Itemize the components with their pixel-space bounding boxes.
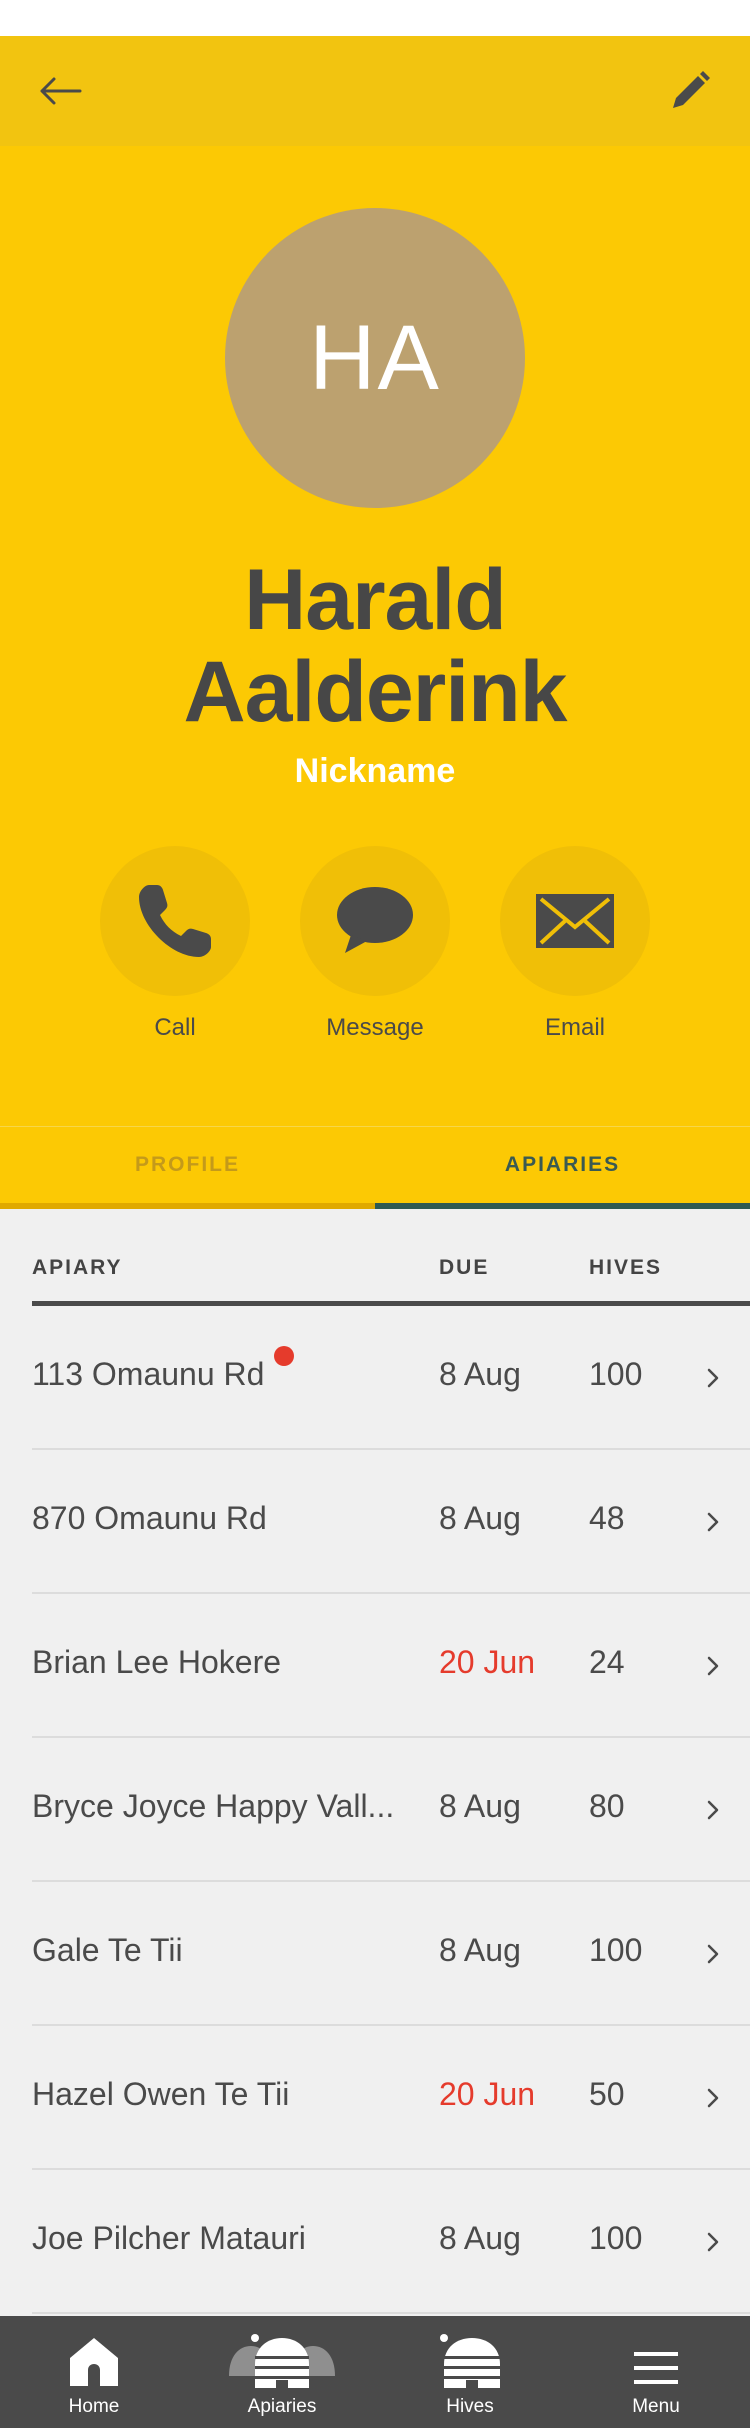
due-date: 8 Aug [439,1356,521,1392]
call-label: Call [154,1014,196,1041]
arrow-left-icon [40,77,82,105]
message-action: Message [300,846,450,1042]
back-button[interactable] [30,66,90,116]
nav-menu-label: Menu [632,2396,680,2417]
table-row[interactable]: 113 Omaunu Rd 8 Aug 100 [32,1306,750,1450]
avatar-initials: HA [309,306,441,409]
column-hives: HIVES [589,1256,663,1279]
nav-hives-label: Hives [446,2396,494,2417]
alert-dot [274,1346,294,1366]
first-name: Harald [244,552,507,648]
apiary-name: Hazel Owen Te Tii [32,2076,290,2112]
message-label: Message [326,1014,424,1041]
table-header: APIARY DUE HIVES [32,1250,750,1306]
call-action: Call [100,846,250,1042]
hamburger-menu-icon [634,2352,678,2384]
hive-count: 100 [589,1356,643,1392]
apiary-name: Joe Pilcher Matauri [32,2220,306,2256]
table-row[interactable]: 870 Omaunu Rd 8 Aug 48 [32,1450,750,1594]
nav-apiaries[interactable]: Apiaries [188,2316,376,2428]
nickname: Nickname [294,752,456,790]
hive-count: 100 [589,1932,643,1968]
chevron-right-icon [707,2232,719,2252]
due-date: 8 Aug [439,1788,521,1824]
table-row[interactable]: Bryce Joyce Happy Vall... 8 Aug 80 [32,1738,750,1882]
nav-apiaries-label: Apiaries [247,2396,317,2417]
hive-count: 50 [589,2076,625,2112]
email-label: Email [544,1014,605,1041]
nav-home-label: Home [68,2396,120,2417]
hive-count: 24 [589,1644,625,1680]
apiary-name: Bryce Joyce Happy Vall... [32,1788,395,1824]
due-date: 8 Aug [439,2220,521,2256]
chevron-right-icon [707,2088,719,2108]
due-date: 20 Jun [439,1644,536,1680]
apiary-name: Brian Lee Hokere [32,1644,282,1680]
due-date: 8 Aug [439,1500,521,1536]
hive-count: 100 [589,2220,643,2256]
chevron-right-icon [707,1656,719,1676]
apiaries-icon [229,2334,335,2388]
message-button[interactable] [300,846,450,996]
email-action: Email [500,846,650,1042]
apiary-name: 113 Omaunu Rd [32,1356,265,1392]
chevron-right-icon [707,1368,719,1388]
home-icon [70,2338,118,2386]
hive-count: 80 [589,1788,625,1824]
chevron-right-icon [707,1800,719,1820]
nav-hives[interactable]: Hives [376,2316,564,2428]
tab-profile[interactable]: PROFILE [0,1127,375,1209]
envelope-icon [536,894,614,948]
profile-header: HA Harald Aalderink Nickname Call Messag… [0,146,750,1126]
app-bar [0,36,750,146]
email-button[interactable] [500,846,650,996]
last-name: Aalderink [183,644,568,740]
edit-button[interactable] [660,66,720,116]
due-date: 8 Aug [439,1932,521,1968]
bottom-nav: Home Apiaries Hives Menu [0,2316,750,2428]
nav-menu[interactable]: Menu [562,2316,750,2428]
status-bar [0,0,750,36]
call-button[interactable] [100,846,250,996]
speech-bubble-icon [337,887,413,953]
tab-apiaries[interactable]: APIARIES [375,1127,750,1209]
apiary-name: 870 Omaunu Rd [32,1500,267,1536]
apiary-name: Gale Te Tii [32,1932,183,1968]
due-date: 20 Jun [439,2076,536,2112]
column-due: DUE [439,1256,490,1279]
table-row[interactable]: Joe Pilcher Matauri 8 Aug 100 [32,2170,750,2314]
pencil-icon [673,71,710,108]
avatar: HA [225,208,525,508]
column-apiary: APIARY [32,1256,123,1279]
table-row[interactable]: Hazel Owen Te Tii 20 Jun 50 [32,2026,750,2170]
table-row[interactable]: Brian Lee Hokere 20 Jun 24 [32,1594,750,1738]
nav-home[interactable]: Home [0,2316,188,2428]
phone-icon [139,885,211,957]
chevron-right-icon [707,1944,719,1964]
contact-name: Harald Aalderink [0,554,750,738]
table-row[interactable]: Gale Te Tii 8 Aug 100 [32,1882,750,2026]
hive-icon [440,2334,500,2388]
hive-count: 48 [589,1500,625,1536]
tab-bar: PROFILE APIARIES [0,1126,750,1209]
chevron-right-icon [707,1512,719,1532]
